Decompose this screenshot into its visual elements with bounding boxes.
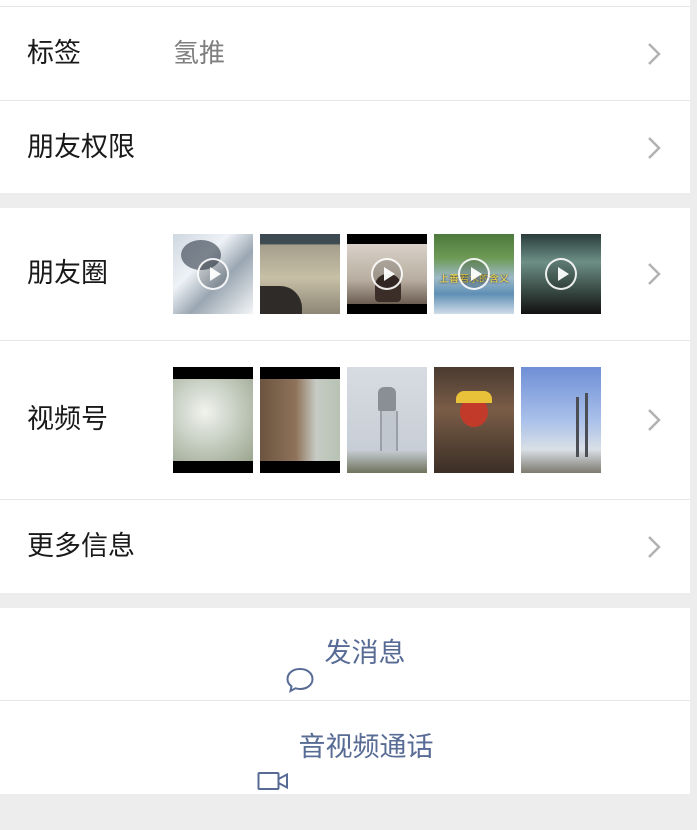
moments-thumbnail-video[interactable] [173, 234, 253, 314]
moments-label: 朋友圈 [27, 258, 108, 289]
play-icon [458, 258, 490, 290]
channels-thumbnail[interactable] [260, 367, 340, 473]
channels-thumbnail[interactable] [347, 367, 427, 473]
chevron-right-icon [645, 135, 663, 161]
actions-group: 发消息 音视频通话 [0, 608, 690, 794]
moments-thumbnail-video[interactable] [347, 234, 427, 314]
moments-thumbnail-image[interactable] [260, 234, 340, 314]
tag-value: 氢推 [173, 39, 226, 69]
profile-content-group: 朋友圈 上善若水的含义 视频号 更多信息 [0, 208, 690, 593]
voice-video-call-label: 音视频通话 [298, 732, 434, 763]
moments-thumbnail-video[interactable]: 上善若水的含义 [434, 234, 514, 314]
permissions-row[interactable]: 朋友权限 [0, 101, 690, 193]
more-info-label: 更多信息 [27, 531, 135, 562]
channels-thumbnails [173, 367, 603, 473]
tag-row[interactable]: 标签 氢推 [0, 7, 690, 100]
chevron-right-icon [645, 261, 663, 287]
more-info-row[interactable]: 更多信息 [0, 500, 690, 593]
chevron-right-icon [645, 407, 663, 433]
play-icon [545, 258, 577, 290]
contact-settings-group: 标签 氢推 朋友权限 [0, 0, 690, 193]
channels-thumbnail[interactable] [521, 367, 601, 473]
moments-thumbnails: 上善若水的含义 [173, 234, 603, 314]
voice-video-call-button[interactable]: 音视频通话 [0, 701, 690, 794]
video-camera-icon [257, 737, 289, 790]
chevron-right-icon [645, 534, 663, 560]
right-edge [690, 0, 697, 799]
moments-thumbnail-video[interactable] [521, 234, 601, 314]
channels-thumbnail[interactable] [173, 367, 253, 473]
tag-label: 标签 [27, 38, 81, 69]
moments-row[interactable]: 朋友圈 上善若水的含义 [0, 208, 690, 340]
channels-thumbnail[interactable] [434, 367, 514, 473]
chat-bubble-icon [285, 640, 315, 693]
play-icon [197, 258, 229, 290]
chevron-right-icon [645, 41, 663, 67]
channels-label: 视频号 [27, 404, 108, 435]
play-icon [371, 258, 403, 290]
permissions-label: 朋友权限 [27, 132, 135, 163]
channels-row[interactable]: 视频号 [0, 341, 690, 499]
send-message-button[interactable]: 发消息 [0, 608, 690, 700]
send-message-label: 发消息 [324, 638, 406, 669]
